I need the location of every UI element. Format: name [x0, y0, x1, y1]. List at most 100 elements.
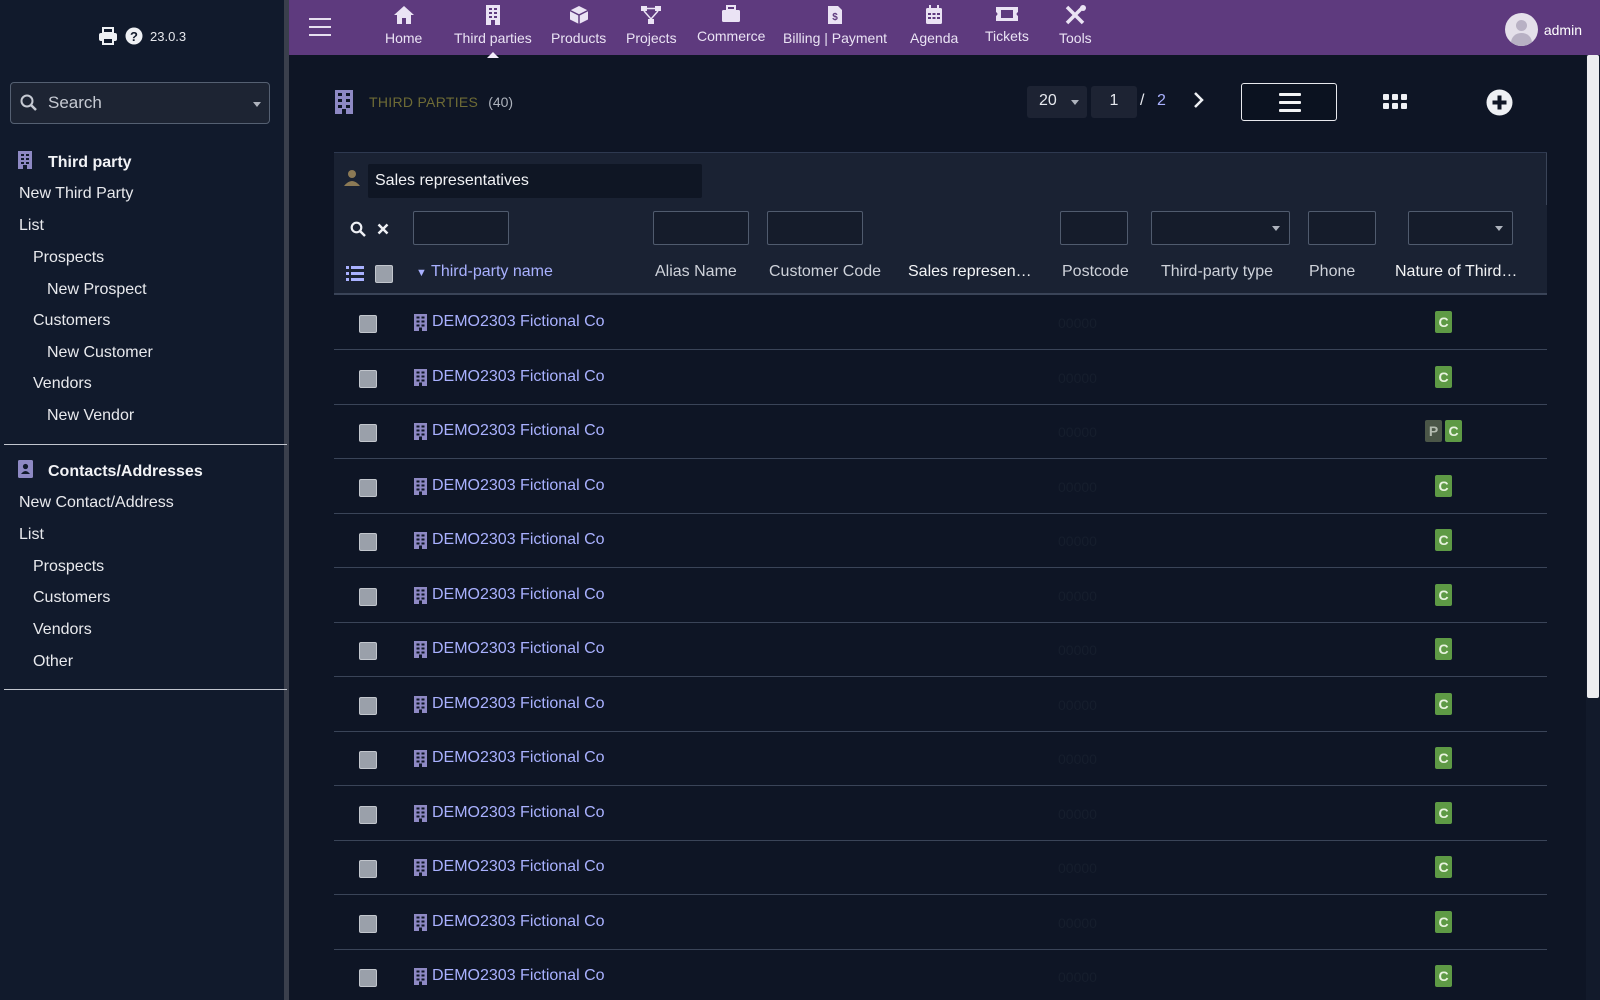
row-checkbox[interactable]: [359, 533, 377, 551]
row-checkbox[interactable]: [359, 478, 377, 497]
nav-tools[interactable]: Tools: [1059, 5, 1092, 46]
avatar[interactable]: [1504, 13, 1538, 46]
kanban-view-icon[interactable]: [1383, 94, 1407, 112]
menu-head-contacts[interactable]: Contacts/Addresses: [18, 460, 203, 483]
user-menu[interactable]: admin: [1504, 13, 1582, 46]
table-row[interactable]: DEMO2303 Fictional Co 00000 C: [334, 841, 1547, 895]
nav-billing[interactable]: $ Billing | Payment: [783, 5, 887, 46]
close-icon[interactable]: [377, 223, 389, 235]
chevron-down-icon[interactable]: [253, 102, 261, 107]
nav-tickets[interactable]: Tickets: [985, 5, 1029, 44]
menu-item-prospects[interactable]: Prospects: [33, 249, 104, 267]
filter-postcode-input[interactable]: [1060, 211, 1128, 245]
nav-projects[interactable]: Projects: [626, 5, 677, 46]
menu-item-list[interactable]: List: [19, 217, 44, 235]
table-row[interactable]: DEMO2303 Fictional Co 00000 P C: [334, 405, 1547, 459]
nav-home[interactable]: Home: [385, 5, 422, 46]
help-icon[interactable]: ?: [124, 26, 144, 46]
sidebar-search-input[interactable]: [48, 93, 228, 113]
third-party-name-link[interactable]: DEMO2303 Fictional Co: [432, 368, 605, 386]
printer-icon[interactable]: [98, 27, 118, 45]
filter-type-select[interactable]: [1151, 211, 1290, 245]
row-checkbox[interactable]: [359, 642, 377, 660]
table-row[interactable]: DEMO2303 Fictional Co 00000 C: [334, 459, 1547, 514]
table-row[interactable]: DEMO2303 Fictional Co 00000 C: [334, 950, 1547, 1000]
next-page-icon[interactable]: [1193, 91, 1205, 109]
third-party-name-link[interactable]: DEMO2303 Fictional Co: [432, 586, 605, 604]
salesrep-filter-select[interactable]: Sales representatives: [368, 164, 702, 198]
menu-item-contact-prospects[interactable]: Prospects: [33, 558, 104, 576]
row-checkbox[interactable]: [359, 969, 377, 987]
row-checkbox[interactable]: [359, 315, 377, 333]
third-party-name-link[interactable]: DEMO2303 Fictional Co: [432, 313, 605, 331]
nav-products[interactable]: Products: [551, 5, 606, 46]
third-party-name-link[interactable]: DEMO2303 Fictional Co: [432, 695, 605, 713]
row-checkbox[interactable]: [359, 751, 377, 769]
column-header-phone[interactable]: Phone: [1309, 263, 1355, 281]
column-header-postcode[interactable]: Postcode: [1062, 263, 1129, 281]
nav-third-parties[interactable]: Third parties: [454, 5, 532, 58]
row-checkbox[interactable]: [359, 860, 377, 878]
menu-toggle-icon[interactable]: [309, 18, 331, 36]
third-party-name-link[interactable]: DEMO2303 Fictional Co: [432, 422, 605, 440]
menu-item-new-contact[interactable]: New Contact/Address: [19, 494, 174, 512]
column-header-alias[interactable]: Alias Name: [655, 263, 737, 281]
table-row[interactable]: DEMO2303 Fictional Co 00000 C: [334, 296, 1547, 350]
third-party-name-link[interactable]: DEMO2303 Fictional Co: [432, 531, 605, 549]
menu-item-vendors[interactable]: Vendors: [33, 375, 92, 393]
third-party-name-link[interactable]: DEMO2303 Fictional Co: [432, 640, 605, 658]
menu-item-new-prospect[interactable]: New Prospect: [47, 281, 147, 299]
menu-item-new-customer[interactable]: New Customer: [47, 344, 153, 362]
table-row[interactable]: DEMO2303 Fictional Co 00000 C: [334, 677, 1547, 732]
third-party-name-link[interactable]: DEMO2303 Fictional Co: [432, 749, 605, 767]
add-new-icon[interactable]: [1486, 89, 1513, 116]
row-checkbox[interactable]: [359, 369, 377, 388]
scrollbar-thumb[interactable]: [1587, 55, 1599, 698]
page-total-link[interactable]: 2: [1157, 92, 1166, 110]
menu-item-contact-customers[interactable]: Customers: [33, 589, 110, 607]
menu-item-new-vendor[interactable]: New Vendor: [47, 407, 134, 425]
third-party-name-link[interactable]: DEMO2303 Fictional Co: [432, 477, 605, 495]
table-row[interactable]: DEMO2303 Fictional Co 00000 C: [334, 732, 1547, 786]
nav-commerce[interactable]: Commerce: [697, 5, 765, 44]
column-list-icon[interactable]: [346, 266, 364, 281]
table-row[interactable]: DEMO2303 Fictional Co 00000 C: [334, 514, 1547, 568]
third-party-name-link[interactable]: DEMO2303 Fictional Co: [432, 858, 605, 876]
row-checkbox[interactable]: [359, 696, 377, 715]
menu-item-contact-vendors[interactable]: Vendors: [33, 621, 92, 639]
menu-item-contact-other[interactable]: Other: [33, 653, 73, 671]
calendar-icon: [926, 5, 943, 24]
filter-customer-code-input[interactable]: [767, 211, 863, 245]
filter-alias-input[interactable]: [653, 211, 749, 245]
table-row[interactable]: DEMO2303 Fictional Co 00000 C: [334, 568, 1547, 623]
sidebar-search[interactable]: [10, 82, 270, 124]
row-checkbox[interactable]: [359, 805, 377, 824]
column-header-customer-code[interactable]: Customer Code: [769, 263, 881, 281]
search-icon[interactable]: [350, 221, 366, 237]
nav-agenda[interactable]: Agenda: [910, 5, 958, 46]
third-party-name-link[interactable]: DEMO2303 Fictional Co: [432, 913, 605, 931]
menu-item-new-third-party[interactable]: New Third Party: [19, 185, 133, 203]
menu-item-contact-list[interactable]: List: [19, 526, 44, 544]
third-party-name-link[interactable]: DEMO2303 Fictional Co: [432, 804, 605, 822]
table-row[interactable]: DEMO2303 Fictional Co 00000 C: [334, 895, 1547, 950]
list-view-button[interactable]: [1241, 83, 1337, 121]
page-size-select[interactable]: 20: [1027, 86, 1087, 118]
third-party-name-link[interactable]: DEMO2303 Fictional Co: [432, 967, 605, 985]
table-row[interactable]: DEMO2303 Fictional Co 00000 C: [334, 786, 1547, 841]
filter-phone-input[interactable]: [1308, 211, 1376, 245]
menu-head-third-party[interactable]: Third party: [18, 151, 132, 174]
column-header-name[interactable]: ▼ Third-party name: [416, 263, 553, 281]
row-checkbox[interactable]: [359, 914, 377, 933]
column-header-type[interactable]: Third-party type: [1161, 263, 1273, 281]
menu-item-customers[interactable]: Customers: [33, 312, 110, 330]
page-number-input[interactable]: 1: [1091, 86, 1137, 118]
row-checkbox[interactable]: [359, 424, 377, 442]
user-name[interactable]: admin: [1544, 22, 1582, 38]
row-checkbox[interactable]: [359, 587, 377, 606]
select-all-checkbox[interactable]: [375, 265, 393, 283]
table-row[interactable]: DEMO2303 Fictional Co 00000 C: [334, 623, 1547, 677]
filter-name-input[interactable]: [413, 211, 509, 245]
filter-nature-select[interactable]: [1408, 211, 1513, 245]
table-row[interactable]: DEMO2303 Fictional Co 00000 C: [334, 350, 1547, 405]
